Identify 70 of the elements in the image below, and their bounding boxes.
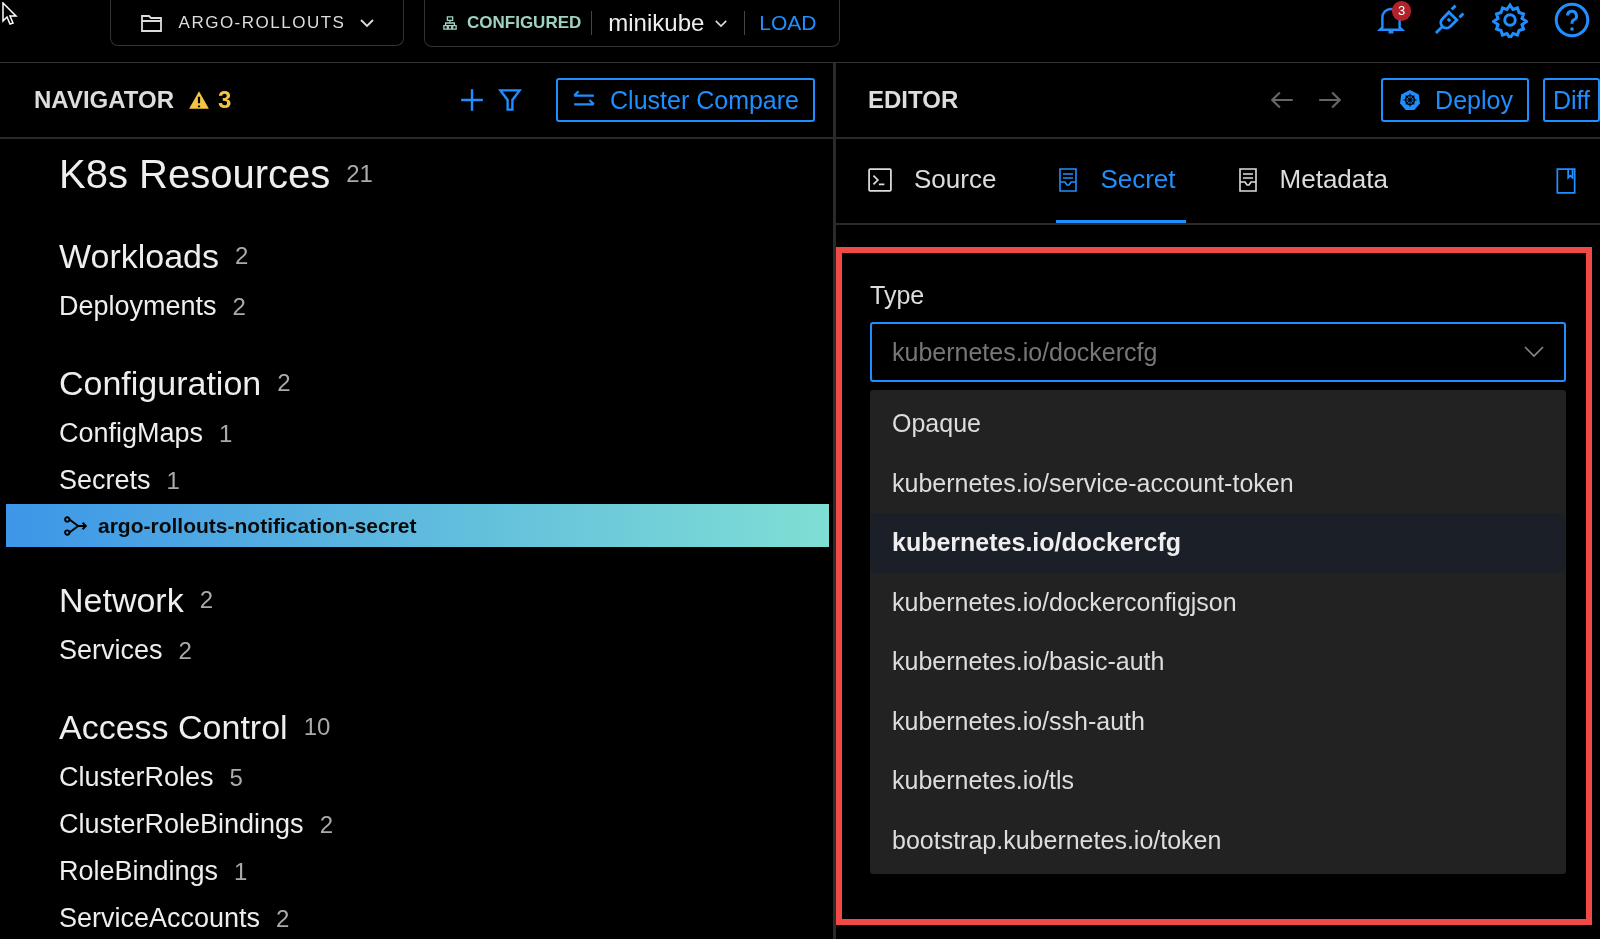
dropdown-option[interactable]: kubernetes.io/service-account-token (870, 453, 1566, 513)
help-icon[interactable] (1554, 2, 1590, 38)
dropdown-option[interactable]: Opaque (870, 394, 1566, 454)
settings-icon[interactable] (1492, 2, 1528, 38)
editor-tab[interactable]: Metadata (1235, 139, 1398, 223)
resource-count: 2 (319, 810, 333, 839)
navigator-title: NAVIGATOR (34, 86, 174, 114)
resource-count: 1 (234, 857, 248, 886)
notification-badge: 3 (1392, 1, 1412, 21)
dropdown-option[interactable]: bootstrap.kubernetes.io/token (870, 810, 1566, 870)
section-title[interactable]: Access Control (59, 707, 288, 747)
section-count: 10 (303, 713, 331, 741)
load-button[interactable]: LOAD (755, 11, 821, 35)
section-title[interactable]: Network (59, 580, 184, 620)
deploy-button[interactable]: Deploy (1381, 78, 1529, 122)
resource-kind-item[interactable]: Services (59, 635, 163, 666)
resource-kind-item[interactable]: RoleBindings (59, 856, 219, 887)
folder-icon (138, 12, 165, 33)
editor-title: EDITOR (868, 86, 959, 114)
resource-count: 1 (219, 419, 233, 448)
diff-button[interactable]: Diff (1542, 78, 1600, 122)
project-selector[interactable]: ARGO-ROLLOUTS (110, 0, 404, 46)
resource-count: 2 (276, 904, 290, 933)
section-count: 2 (235, 242, 249, 270)
section-title[interactable]: Workloads (59, 236, 219, 276)
cluster-status: CONFIGURED (467, 13, 582, 33)
resource-kind-item[interactable]: Deployments (59, 291, 217, 322)
section-title[interactable]: K8s Resources (59, 151, 331, 197)
branch-icon (64, 515, 88, 536)
cluster-icon (443, 16, 457, 30)
dropdown-option[interactable]: kubernetes.io/basic-auth (870, 632, 1566, 692)
dropdown-option[interactable]: kubernetes.io/ssh-auth (870, 691, 1566, 751)
section-count: 2 (199, 586, 214, 614)
filter-icon[interactable] (498, 88, 523, 112)
resource-count: 5 (229, 763, 243, 792)
cluster-selector[interactable]: minikube (602, 9, 735, 37)
type-select[interactable]: kubernetes.io/dockercfg (870, 322, 1566, 382)
resource-item[interactable]: argo-rollouts-notification-secret (6, 504, 829, 547)
chevron-down-icon (714, 18, 729, 28)
warning-icon (188, 90, 210, 110)
back-arrow-icon[interactable] (1269, 89, 1296, 111)
resource-kind-item[interactable]: ClusterRoles (59, 762, 214, 793)
resource-kind-item[interactable]: ServiceAccounts (59, 903, 261, 934)
forward-arrow-icon[interactable] (1317, 89, 1344, 111)
terminal-icon (868, 167, 892, 192)
editor-tab[interactable]: Secret (1056, 139, 1186, 223)
document-icon (1237, 166, 1258, 193)
resource-count: 2 (178, 636, 192, 665)
resource-kind-item[interactable]: ConfigMaps (59, 418, 204, 449)
dropdown-option[interactable]: kubernetes.io/dockercfg (870, 513, 1566, 573)
helm-wheel-icon (1399, 89, 1422, 111)
plug-icon[interactable] (1432, 3, 1466, 37)
chevron-down-icon (359, 17, 376, 28)
warning-count: 3 (218, 86, 232, 114)
plus-icon[interactable] (460, 88, 485, 112)
editor-tab[interactable]: Source (866, 139, 1007, 223)
cluster-compare-button[interactable]: Cluster Compare (556, 78, 815, 122)
section-title[interactable]: Configuration (59, 363, 262, 403)
section-count: 2 (277, 369, 291, 397)
section-count: 21 (346, 160, 373, 188)
dropdown-option[interactable]: kubernetes.io/tls (870, 751, 1566, 811)
document-icon (1058, 166, 1079, 193)
resource-count: 1 (166, 466, 180, 495)
type-label: Type (870, 281, 926, 310)
resource-count: 2 (232, 292, 246, 321)
dropdown-option[interactable]: kubernetes.io/dockerconfigjson (870, 572, 1566, 632)
chevron-down-icon (1524, 346, 1544, 358)
resource-kind-item[interactable]: Secrets (59, 465, 151, 496)
bookmark-icon[interactable] (1556, 168, 1576, 194)
resource-kind-item[interactable]: ClusterRoleBindings (59, 809, 304, 840)
